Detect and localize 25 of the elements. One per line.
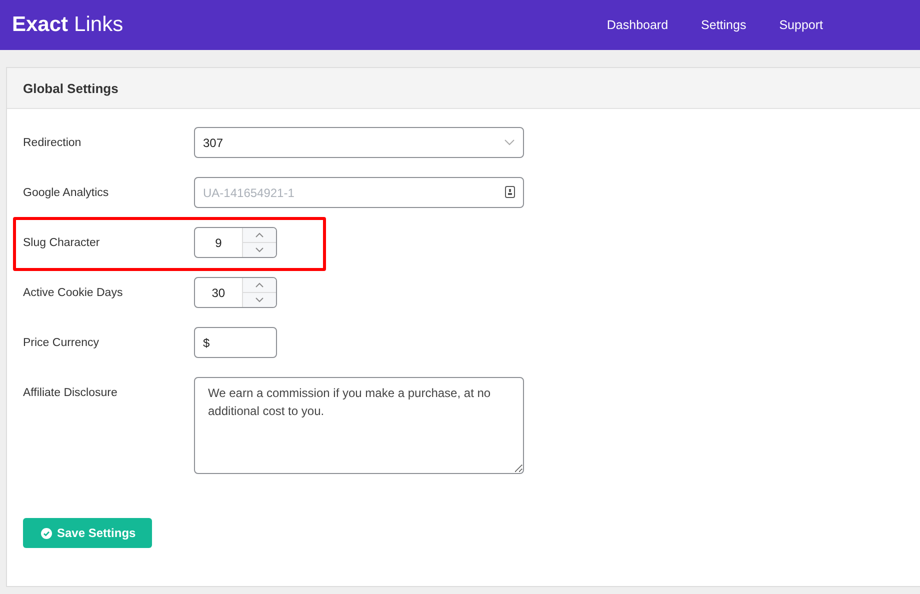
- field-label: Active Cookie Days: [23, 286, 124, 298]
- currency-field[interactable]: $: [194, 327, 277, 358]
- field-label: Slug Character: [23, 236, 101, 248]
- chevron-up-icon[interactable]: [254, 282, 264, 288]
- logo-text: Exact: [12, 13, 68, 37]
- number-field[interactable]: 30: [194, 277, 277, 308]
- nav-link[interactable]: Settings: [701, 18, 746, 32]
- chevron-down-icon[interactable]: [254, 247, 264, 253]
- chevron-down-icon: [504, 139, 515, 146]
- logo-text: Links: [74, 13, 124, 37]
- chevron-up-icon[interactable]: [254, 232, 264, 238]
- field-label: Price Currency: [23, 336, 100, 348]
- chevron-down-icon[interactable]: [254, 297, 264, 303]
- field-label: Affiliate Disclosure: [23, 387, 118, 399]
- contact-card-icon: [505, 186, 515, 198]
- field-label: Google Analytics: [23, 186, 110, 198]
- nav-link[interactable]: Support: [779, 18, 823, 32]
- nav-link[interactable]: Dashboard: [606, 18, 668, 32]
- number-field[interactable]: 9: [194, 227, 277, 258]
- card-title: Global Settings: [23, 80, 118, 96]
- analytics-field[interactable]: UA-141654921-1: [194, 177, 524, 208]
- field-label: Redirection: [23, 136, 82, 148]
- disclosure-textarea[interactable]: We earn a commission if you make a purchase, at no additional cost to you.: [194, 377, 524, 474]
- redirection-select[interactable]: 307: [194, 127, 524, 158]
- check-circle-icon: [41, 528, 52, 538]
